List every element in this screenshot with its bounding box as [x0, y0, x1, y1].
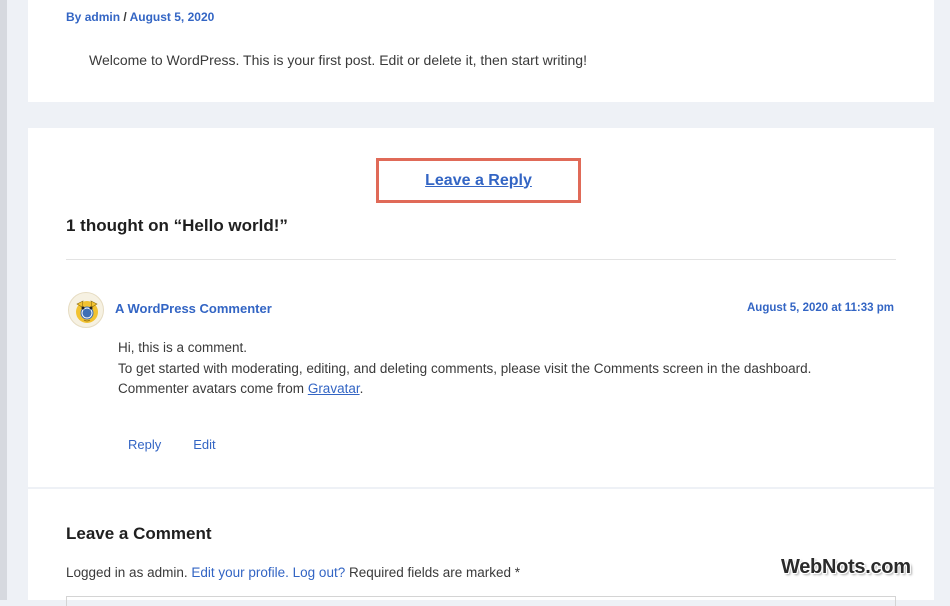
logged-in-notice: Logged in as admin. Edit your profile. L… [66, 565, 520, 580]
comment-actions: Reply Edit [128, 437, 248, 452]
comment-line-prefix: Commenter avatars come from [118, 381, 308, 396]
post-meta-prefix: By [66, 10, 85, 24]
comment-line: Commenter avatars come from Gravatar. [118, 379, 858, 400]
post-date-link[interactable]: August 5, 2020 [130, 10, 215, 24]
comments-title: 1 thought on “Hello world!” [66, 216, 288, 235]
comment-line-suffix: . [359, 381, 364, 396]
comments-card: Leave a Reply 1 thought on “Hello world!… [28, 128, 934, 606]
post-meta-separator: / [120, 10, 130, 24]
leave-reply-link[interactable]: Leave a Reply [425, 172, 532, 190]
gravatar-link[interactable]: Gravatar [308, 381, 360, 396]
post-author-link[interactable]: admin [85, 10, 120, 24]
wapuu-avatar-icon [76, 300, 98, 323]
edit-profile-link[interactable]: Edit your profile. [191, 565, 289, 580]
section-separator [28, 487, 934, 489]
comment-body: Hi, this is a comment. To get started wi… [118, 338, 858, 400]
post-meta: By admin / August 5, 2020 [66, 10, 214, 24]
post-card: By admin / August 5, 2020 Welcome to Wor… [28, 0, 934, 102]
post-content: Welcome to WordPress. This is your first… [89, 52, 587, 68]
comment-form-title: Leave a Comment [66, 524, 212, 543]
comment-line: To get started with moderating, editing,… [118, 360, 812, 376]
logged-in-prefix: Logged in as admin. [66, 565, 192, 580]
comments-divider [66, 259, 896, 260]
reply-link[interactable]: Reply [128, 437, 161, 452]
leave-reply-highlight: Leave a Reply [376, 158, 581, 203]
commenter-avatar [68, 292, 104, 328]
required-fields-note: Required fields are marked * [345, 565, 521, 580]
edit-link[interactable]: Edit [193, 437, 215, 452]
comment-author-link[interactable]: A WordPress Commenter [115, 301, 272, 316]
comment-line: Hi, this is a comment. [118, 340, 248, 355]
logout-link[interactable]: Log out? [293, 565, 346, 580]
webnots-watermark: WebNots.com [781, 556, 911, 578]
comment-textarea[interactable] [66, 596, 896, 606]
comment-date-link[interactable]: August 5, 2020 at 11:33 pm [747, 302, 894, 314]
left-rail [0, 0, 7, 600]
